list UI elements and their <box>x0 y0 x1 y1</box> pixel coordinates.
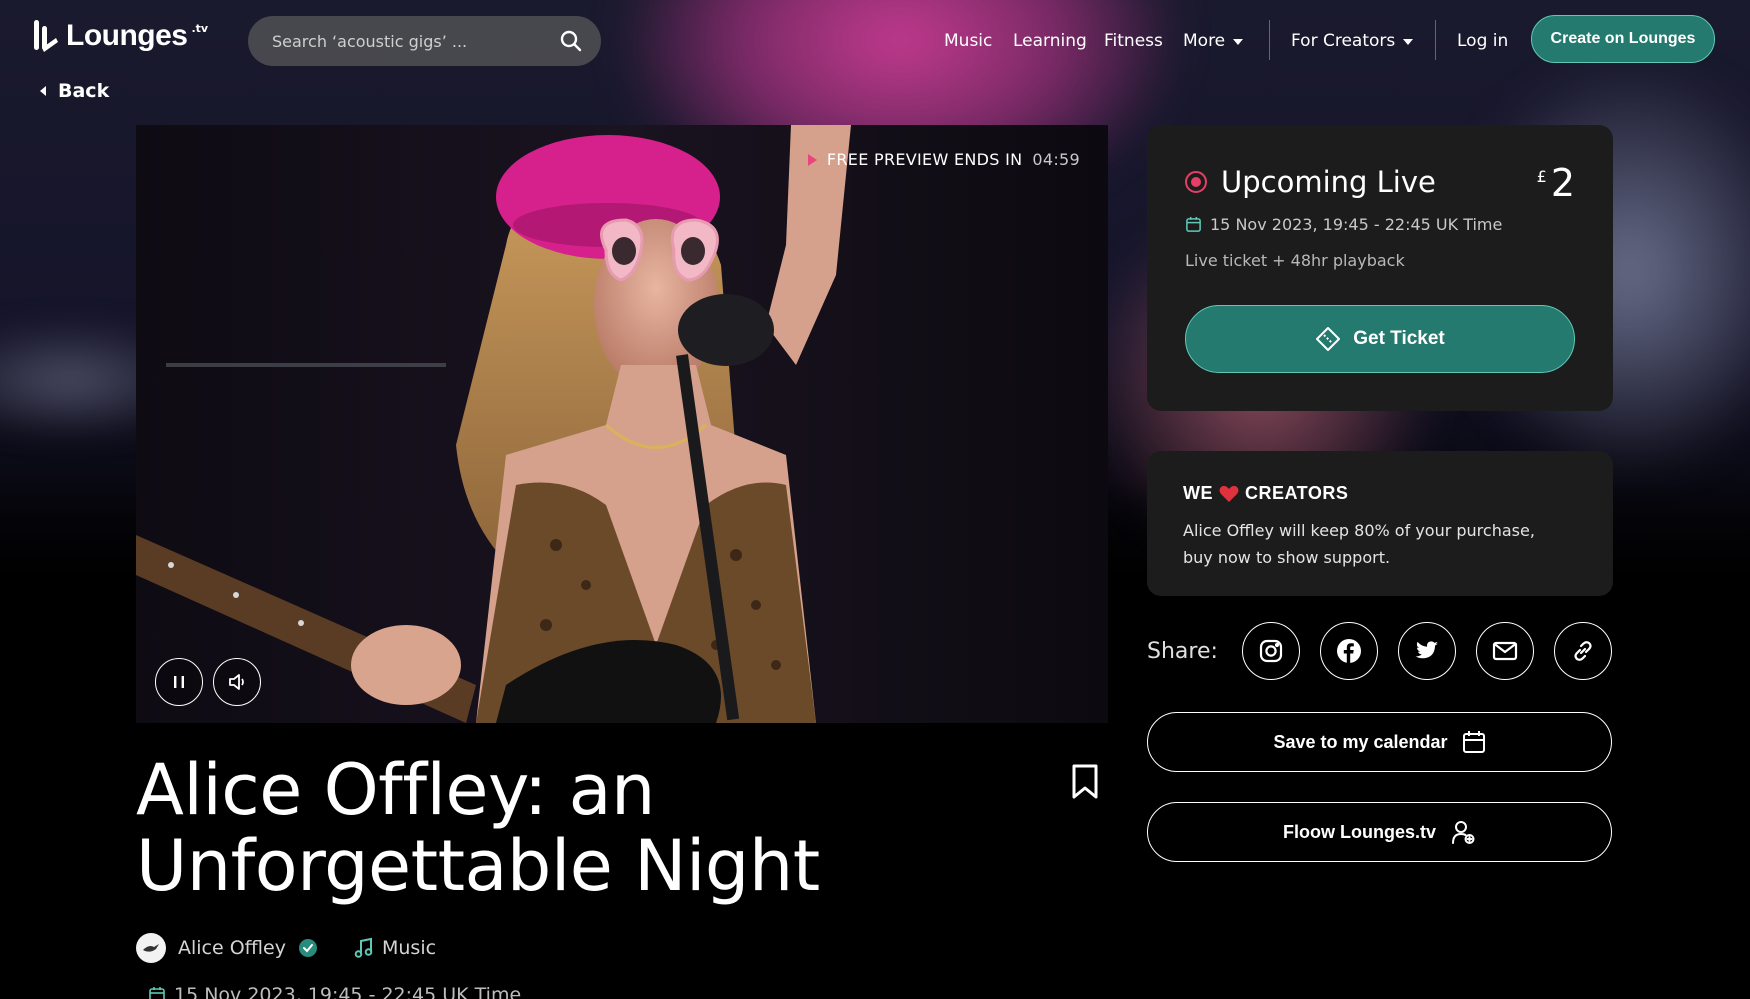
performer-video-frame <box>136 125 1108 723</box>
heart-icon <box>1219 485 1239 502</box>
nav-item-for-creators[interactable]: For Creators <box>1291 16 1414 66</box>
search-input[interactable] <box>272 31 542 51</box>
video-player[interactable]: FREE PREVIEW ENDS IN 04:59 <box>136 125 1108 723</box>
calendar-icon <box>1462 731 1485 753</box>
music-note-icon <box>354 937 373 958</box>
chevron-down-icon <box>1403 39 1414 45</box>
ticket-price: £ 2 <box>1537 163 1575 203</box>
share-twitter-button[interactable] <box>1398 622 1456 680</box>
logo-suffix: .tv <box>191 22 209 35</box>
pause-icon <box>174 676 184 688</box>
get-ticket-button[interactable]: Get Ticket <box>1185 305 1575 373</box>
get-ticket-label: Get Ticket <box>1353 328 1445 349</box>
nav-label: Learning <box>1013 31 1087 51</box>
calendar-icon <box>1186 216 1201 232</box>
mail-icon <box>1492 641 1518 661</box>
facebook-icon <box>1337 639 1361 663</box>
category-label: Music <box>382 937 437 959</box>
nav-item-fitness[interactable]: Fitness <box>1104 16 1163 66</box>
follow-label: Floow Lounges.tv <box>1283 821 1436 842</box>
creators-heading-before: WE <box>1183 483 1213 503</box>
artist-name[interactable]: Alice Offley <box>178 937 286 959</box>
speaker-icon <box>229 674 244 690</box>
verified-badge-icon <box>299 939 317 957</box>
nav-label: More <box>1183 31 1226 51</box>
event-title: Alice Offley: an Unforgettable Night <box>136 749 820 907</box>
free-preview-indicator: FREE PREVIEW ENDS IN 04:59 <box>807 150 1080 169</box>
category-link[interactable]: Music <box>354 937 436 959</box>
creators-card: WE CREATORS Alice Offley will keep 80% o… <box>1147 451 1613 596</box>
live-status: Upcoming Live <box>1185 165 1436 199</box>
price-amount: 2 <box>1550 161 1575 205</box>
chevron-down-icon <box>1233 39 1244 45</box>
pause-button[interactable] <box>155 658 203 706</box>
logo-text: Lounges <box>66 19 188 52</box>
back-button[interactable]: Back <box>40 80 109 102</box>
ticket-date-text: 15 Nov 2023, 19:45 - 22:45 UK Time <box>1210 215 1503 234</box>
create-on-lounges-button[interactable]: Create on Lounges <box>1531 15 1715 63</box>
copy-link-button[interactable] <box>1554 622 1612 680</box>
calendar-icon <box>149 987 165 999</box>
ticket-card: Upcoming Live £ 2 15 Nov 2023, 19:45 - 2… <box>1147 125 1613 411</box>
login-link[interactable]: Log in <box>1457 16 1508 66</box>
share-row: Share: <box>1147 622 1612 680</box>
ticket-icon <box>1316 327 1341 351</box>
event-meta: Alice Offley Music <box>136 933 436 963</box>
nav-label: Fitness <box>1104 31 1163 51</box>
bird-icon <box>143 944 159 952</box>
creators-heading-after: CREATORS <box>1245 483 1349 503</box>
nav-item-more[interactable]: More <box>1183 16 1244 66</box>
follow-button[interactable]: Floow Lounges.tv <box>1147 802 1612 862</box>
live-status-label: Upcoming Live <box>1221 165 1436 199</box>
login-label: Log in <box>1457 31 1509 51</box>
play-triangle-icon <box>807 153 817 166</box>
creators-text: Alice Offley will keep 80% of your purch… <box>1183 521 1535 567</box>
nav-divider <box>1435 20 1436 60</box>
save-to-calendar-button[interactable]: Save to my calendar <box>1147 712 1612 772</box>
back-label: Back <box>58 80 110 102</box>
share-email-button[interactable] <box>1476 622 1534 680</box>
twitter-icon <box>1415 641 1438 659</box>
ticket-subtitle: Live ticket + 48hr playback <box>1185 251 1405 270</box>
nav-item-music[interactable]: Music <box>944 16 992 66</box>
top-navbar: Lounges .tv Music Learning Fitness More … <box>0 0 1750 80</box>
mute-button[interactable] <box>213 658 261 706</box>
lounges-logo[interactable]: Lounges .tv <box>32 18 208 54</box>
nav-divider <box>1269 20 1270 60</box>
event-date-text: 15 Nov 2023, 19:45 - 22:45 UK Time <box>174 984 522 999</box>
artist-avatar[interactable] <box>136 933 166 963</box>
link-icon <box>1574 641 1592 661</box>
instagram-icon <box>1259 639 1283 663</box>
nav-item-learning[interactable]: Learning <box>1013 16 1087 66</box>
creators-heading: WE CREATORS <box>1183 483 1348 504</box>
event-date-row: 15 Nov 2023, 19:45 - 22:45 UK Time <box>148 984 521 999</box>
price-currency: £ <box>1536 167 1547 186</box>
preview-label: FREE PREVIEW ENDS IN <box>826 150 1023 169</box>
search-icon[interactable] <box>559 29 583 53</box>
save-to-calendar-label: Save to my calendar <box>1273 731 1448 752</box>
lounges-logo-icon <box>34 20 58 52</box>
share-facebook-button[interactable] <box>1320 622 1378 680</box>
add-user-icon <box>1452 821 1475 844</box>
preview-countdown: 04:59 <box>1032 150 1080 169</box>
bookmark-icon[interactable] <box>1070 764 1100 800</box>
nav-label: Music <box>944 31 993 51</box>
nav-label: For Creators <box>1291 31 1396 51</box>
chevron-left-icon <box>40 86 46 96</box>
search-bar[interactable] <box>248 16 601 66</box>
live-record-icon <box>1185 171 1207 193</box>
share-label: Share: <box>1147 638 1218 664</box>
share-instagram-button[interactable] <box>1242 622 1300 680</box>
ticket-date: 15 Nov 2023, 19:45 - 22:45 UK Time <box>1185 215 1502 234</box>
